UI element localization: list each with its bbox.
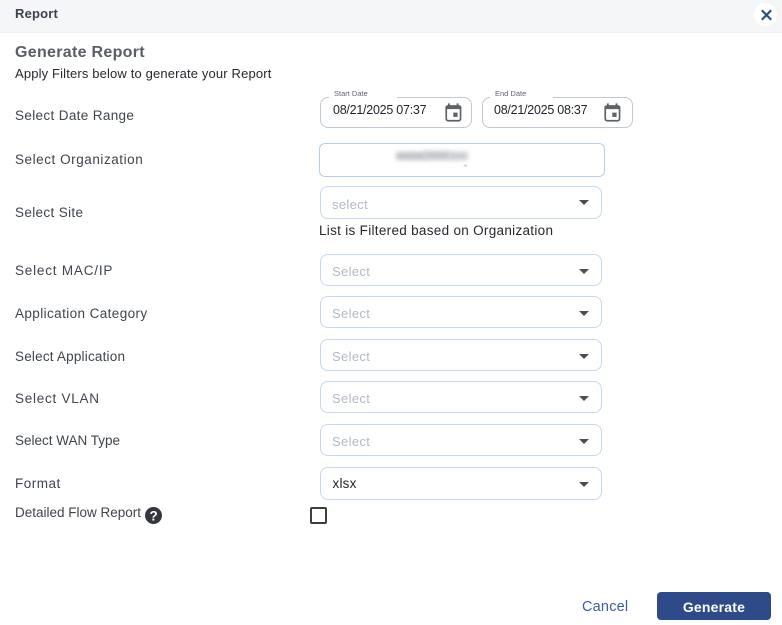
svg-text:?: ? xyxy=(149,508,157,523)
